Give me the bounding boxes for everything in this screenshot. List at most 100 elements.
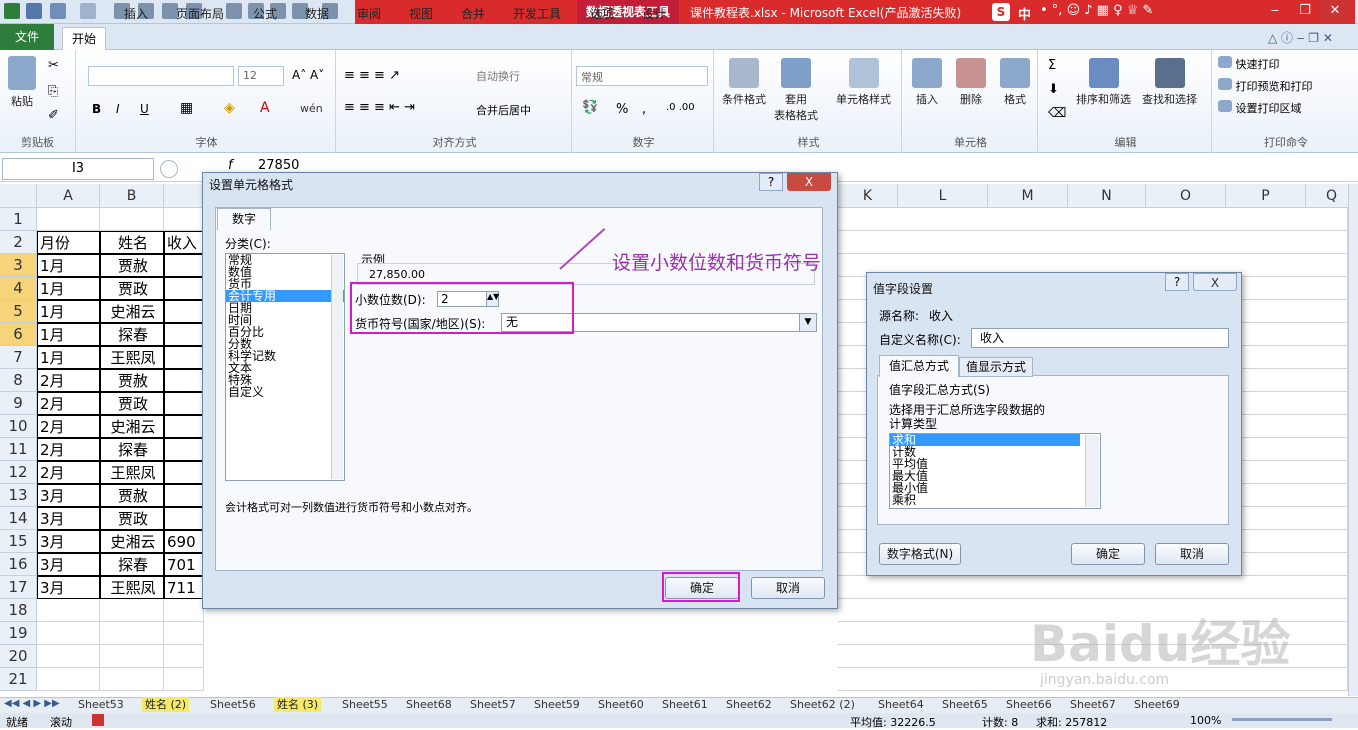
row-header[interactable]: 21 bbox=[0, 668, 37, 691]
row-header[interactable]: 12 bbox=[0, 461, 37, 484]
col-header-a[interactable]: A bbox=[37, 184, 100, 208]
cell-c[interactable] bbox=[164, 484, 204, 507]
tab-data[interactable]: 数据 bbox=[295, 3, 339, 25]
cell-c[interactable] bbox=[164, 461, 204, 484]
macro-record-icon[interactable] bbox=[92, 714, 104, 726]
category-scrollbar[interactable] bbox=[331, 255, 343, 479]
merge-center-button[interactable]: 合并后居中 bbox=[476, 102, 531, 118]
tab-review[interactable]: 审阅 bbox=[347, 3, 391, 25]
tab-insert[interactable]: 插入 bbox=[112, 3, 160, 25]
row-empty-cells[interactable] bbox=[838, 208, 1348, 231]
cell-a[interactable]: 3月 bbox=[37, 553, 100, 576]
sheet-tab[interactable]: Sheet55 bbox=[342, 697, 388, 712]
category-item[interactable]: 自定义 bbox=[226, 386, 344, 398]
tab-options[interactable]: 选项 bbox=[580, 3, 624, 25]
summary-item[interactable]: 最小值 bbox=[890, 482, 1080, 494]
row-header[interactable]: 14 bbox=[0, 507, 37, 530]
cell-a[interactable] bbox=[37, 622, 100, 645]
align-left-icons[interactable]: ≡ ≡ ≡ ⇤ ⇥ bbox=[344, 100, 415, 115]
sheet-tab[interactable]: Sheet65 bbox=[942, 697, 988, 712]
cell-b[interactable]: 贾赦 bbox=[100, 484, 164, 507]
col-header-k[interactable]: K bbox=[838, 184, 898, 208]
fill-icon[interactable]: ⬇ bbox=[1048, 82, 1059, 97]
cell-a[interactable]: 1月 bbox=[37, 254, 100, 277]
cell-c[interactable] bbox=[164, 507, 204, 530]
save-icon[interactable] bbox=[26, 3, 42, 19]
summary-item[interactable]: 乘积 bbox=[890, 494, 1080, 506]
summary-item[interactable]: 求和 bbox=[890, 434, 1080, 446]
format-help-button[interactable]: ? bbox=[759, 173, 783, 191]
row-header[interactable]: 8 bbox=[0, 369, 37, 392]
delete-cells-button[interactable]: 删除 bbox=[956, 58, 986, 107]
col-header-o[interactable]: O bbox=[1146, 184, 1226, 208]
row-header[interactable]: 20 bbox=[0, 645, 37, 668]
row-header[interactable]: 6 bbox=[0, 323, 37, 346]
cell-c[interactable]: 701 bbox=[164, 553, 204, 576]
cell-a[interactable]: 2月 bbox=[37, 438, 100, 461]
name-box[interactable]: I3 bbox=[2, 158, 154, 180]
restore-icon[interactable]: ❐ bbox=[1290, 0, 1320, 22]
underline-button[interactable]: U bbox=[140, 102, 149, 116]
cell-b[interactable]: 贾政 bbox=[100, 507, 164, 530]
col-header-l[interactable]: L bbox=[898, 184, 988, 208]
select-all-corner[interactable] bbox=[0, 184, 37, 208]
cell-b[interactable] bbox=[100, 622, 164, 645]
cell-a[interactable]: 2月 bbox=[37, 415, 100, 438]
cell-b[interactable]: 王熙凤 bbox=[100, 346, 164, 369]
print-area-button[interactable]: 设置打印区域 bbox=[1218, 100, 1302, 116]
cell-a[interactable] bbox=[37, 599, 100, 622]
cell-c[interactable] bbox=[164, 323, 204, 346]
formula-input[interactable]: 27850 bbox=[258, 158, 299, 173]
sheet-tab[interactable]: Sheet61 bbox=[662, 697, 708, 712]
cell-b[interactable]: 姓名 bbox=[100, 231, 164, 254]
cell-b[interactable]: 王熙凤 bbox=[100, 461, 164, 484]
phonetic-button[interactable]: wén bbox=[300, 102, 323, 115]
tab-summary[interactable]: 值汇总方式 bbox=[879, 355, 959, 377]
cell-b[interactable] bbox=[100, 645, 164, 668]
summary-scrollbar[interactable] bbox=[1085, 435, 1099, 507]
tab-design[interactable]: 设计 bbox=[632, 3, 676, 25]
comma-button[interactable]: , bbox=[642, 102, 646, 117]
conditional-format-button[interactable]: 条件格式 bbox=[722, 58, 766, 107]
sheet-tab[interactable]: Sheet57 bbox=[470, 697, 516, 712]
row-header[interactable]: 10 bbox=[0, 415, 37, 438]
print-preview-button[interactable]: 打印预览和打印 bbox=[1218, 78, 1313, 94]
sogou-logo-icon[interactable]: S bbox=[992, 3, 1010, 21]
cell-styles-button[interactable]: 单元格样式 bbox=[836, 58, 891, 107]
row-empty-cells[interactable] bbox=[838, 231, 1348, 254]
col-header-p[interactable]: P bbox=[1226, 184, 1306, 208]
cut-icon[interactable]: ✂ bbox=[48, 58, 59, 73]
row-empty-cells[interactable] bbox=[838, 576, 1348, 599]
tab-formulas[interactable]: 公式 bbox=[243, 3, 287, 25]
cell-b[interactable] bbox=[100, 208, 164, 231]
row-header[interactable]: 19 bbox=[0, 622, 37, 645]
number-format-combo[interactable]: 常规 bbox=[576, 66, 708, 86]
row-header[interactable]: 13 bbox=[0, 484, 37, 507]
undo-icon[interactable] bbox=[50, 3, 66, 19]
cell-b[interactable] bbox=[100, 599, 164, 622]
row-header[interactable]: 17 bbox=[0, 576, 37, 599]
cell-a[interactable]: 3月 bbox=[37, 507, 100, 530]
row-header[interactable]: 2 bbox=[0, 231, 37, 254]
cell-c[interactable]: 收入 bbox=[164, 231, 204, 254]
insert-cells-button[interactable]: 插入 bbox=[912, 58, 942, 107]
cell-a[interactable]: 2月 bbox=[37, 369, 100, 392]
cell-b[interactable]: 史湘云 bbox=[100, 530, 164, 553]
cell-a[interactable]: 2月 bbox=[37, 392, 100, 415]
paste-button[interactable]: 粘贴 bbox=[8, 56, 36, 109]
tab-number[interactable]: 数字 bbox=[217, 208, 271, 230]
border-button-icon[interactable]: ▦ bbox=[180, 100, 193, 116]
redo-icon[interactable] bbox=[80, 3, 96, 19]
sheet-tab[interactable]: 姓名 (3) bbox=[274, 697, 322, 712]
cell-b[interactable] bbox=[100, 668, 164, 691]
cell-b[interactable]: 史湘云 bbox=[100, 300, 164, 323]
vertical-scrollbar[interactable] bbox=[1348, 184, 1358, 696]
format-cancel-button[interactable]: 取消 bbox=[751, 577, 825, 599]
sheet-tab[interactable]: Sheet53 bbox=[78, 697, 124, 712]
cell-a[interactable]: 月份 bbox=[37, 231, 100, 254]
function-icon[interactable]: f bbox=[228, 158, 233, 173]
row-header[interactable]: 18 bbox=[0, 599, 37, 622]
cell-a[interactable] bbox=[37, 208, 100, 231]
ime-mode[interactable]: 中 bbox=[1018, 4, 1031, 23]
cell-c[interactable] bbox=[164, 277, 204, 300]
